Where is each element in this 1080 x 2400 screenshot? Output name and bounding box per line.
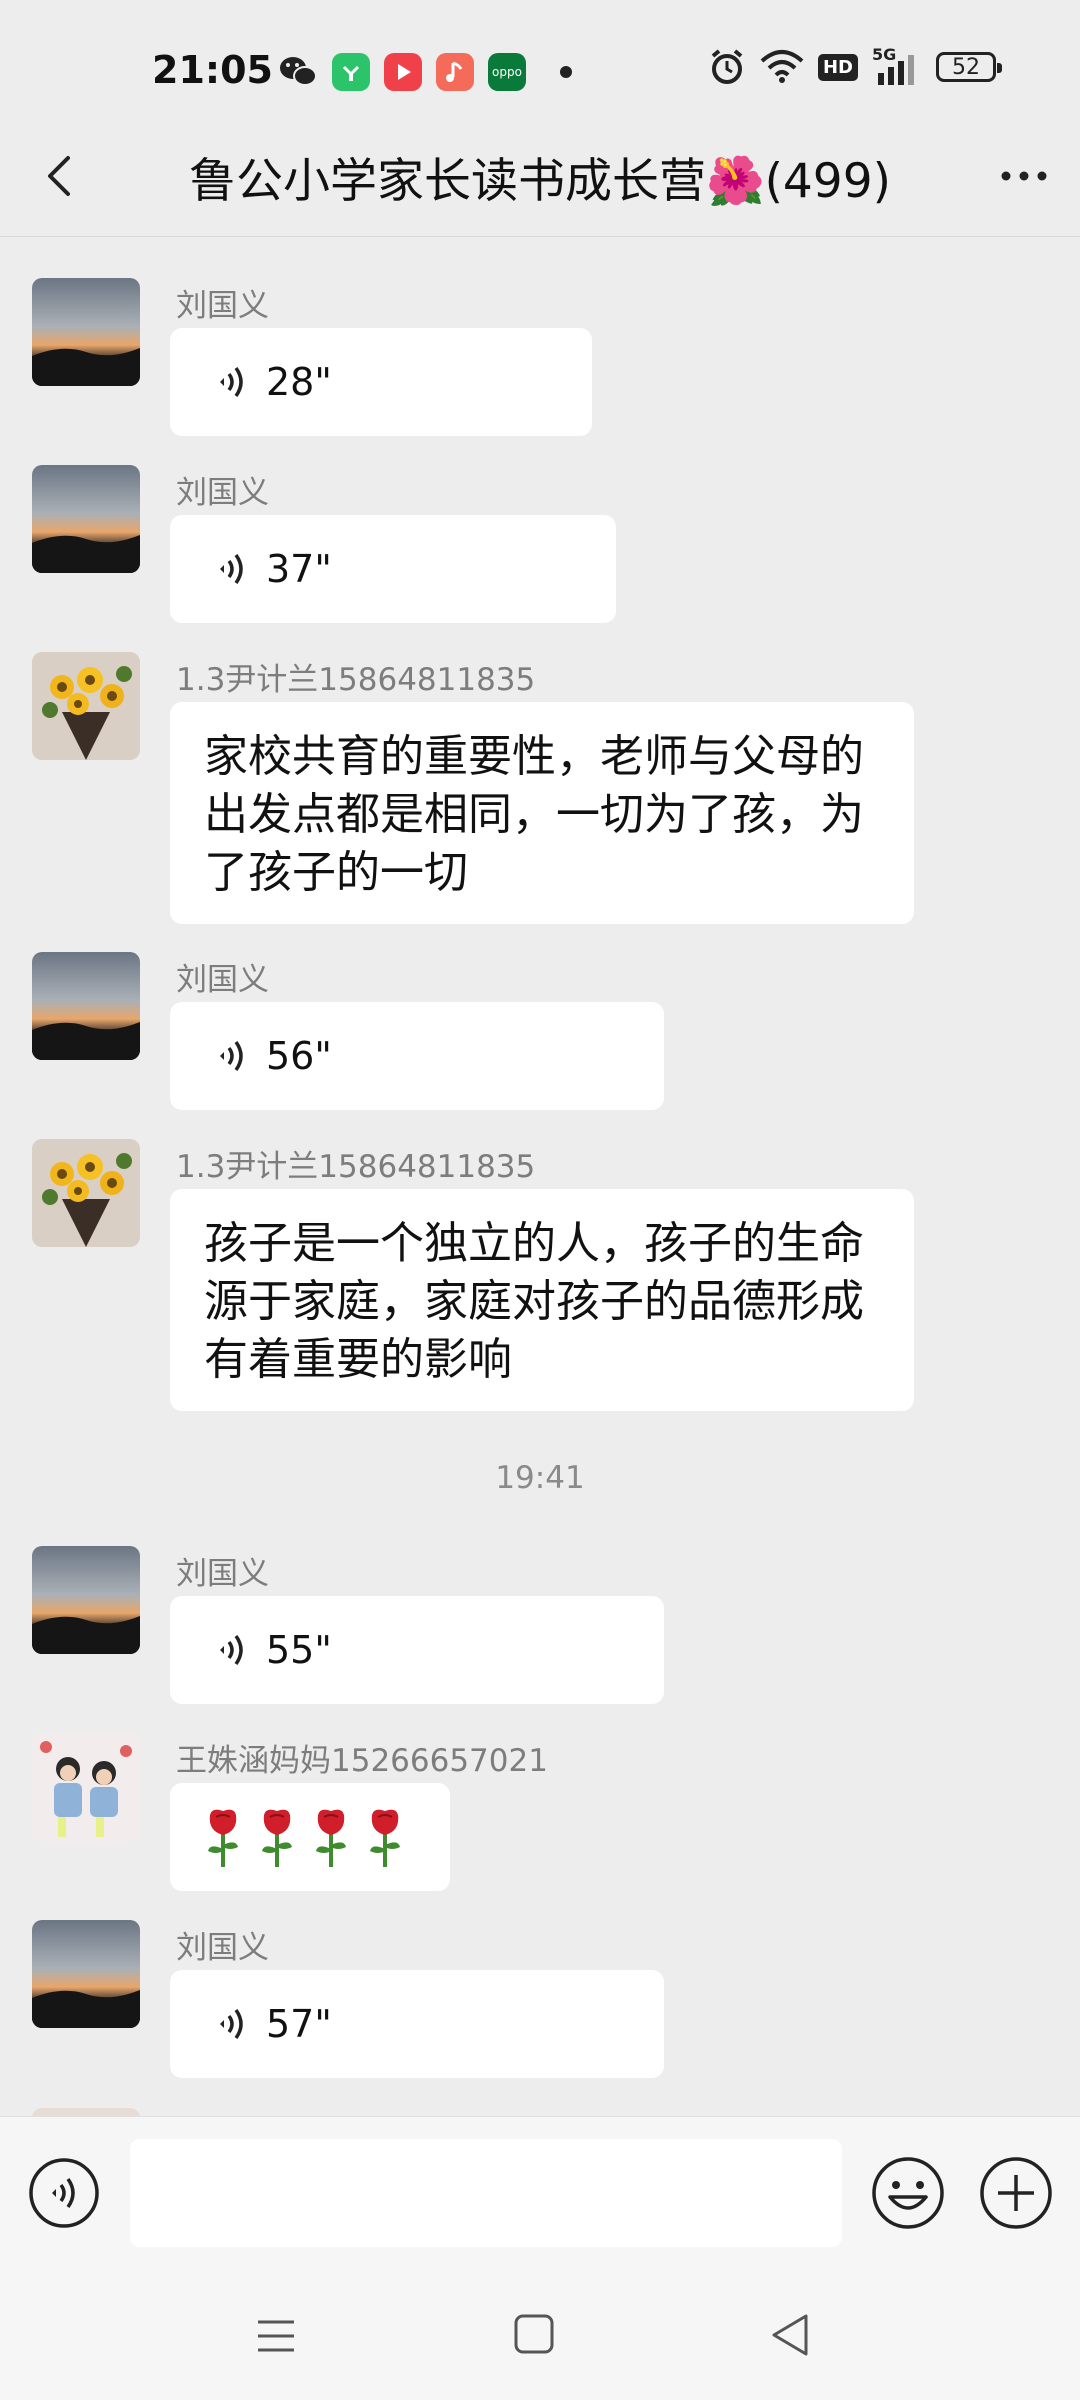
text-message-bubble[interactable]: 孩子是一个独立的人，孩子的生命源于家庭，家庭对孩子的品德形成有着重要的影响 [170, 1189, 914, 1411]
avatar[interactable] [32, 278, 140, 386]
chat-header: 鲁公小学家长读书成长营🌺(499) [0, 118, 1080, 237]
video-app-icon [384, 53, 422, 91]
sender-name: 1.3尹计兰15864811835 [176, 662, 536, 698]
avatar[interactable] [32, 465, 140, 573]
avatar[interactable] [32, 952, 140, 1060]
voice-message-bubble[interactable]: 55" [170, 1596, 664, 1704]
chat-title: 鲁公小学家长读书成长营🌺(499) [189, 154, 891, 209]
voice-message-bubble[interactable]: 37" [170, 515, 616, 623]
sender-name: 刘国义 [176, 288, 269, 324]
wifi-icon [760, 50, 804, 83]
oppo-label: oppo [492, 65, 522, 79]
status-indicators: HD 5G 52 [708, 45, 1002, 86]
voice-duration: 28" [266, 360, 332, 404]
message-timestamp: 19:41 [495, 1460, 585, 1496]
plus-icon[interactable] [978, 2155, 1054, 2231]
sender-name: 1.3尹计兰15864811835 [176, 1149, 536, 1185]
more-notifications-dot [560, 66, 572, 78]
emoji-message-bubble[interactable]: 🌹🌹🌹🌹 [170, 1783, 450, 1891]
app-store-icon [332, 53, 370, 91]
voice-wave-icon [220, 553, 243, 585]
emoji-icon[interactable] [870, 2155, 946, 2231]
voice-duration: 56" [266, 1034, 332, 1078]
voice-duration: 37" [266, 547, 332, 591]
rose-icon [262, 1809, 292, 1867]
hd-badge: HD [817, 53, 858, 81]
rose-icon [316, 1809, 346, 1867]
avatar[interactable] [32, 1733, 140, 1841]
chat-input-bar [0, 2116, 1080, 2281]
sender-name: 刘国义 [176, 1556, 269, 1592]
voice-message-bubble[interactable]: 56" [170, 1002, 664, 1110]
back-triangle-icon[interactable] [766, 2310, 816, 2360]
recent-apps-icon[interactable] [254, 2314, 298, 2358]
wechat-icon [280, 57, 317, 86]
text-message-bubble[interactable]: 家校共育的重要性，老师与父母的出发点都是相同，一切为了孩，为了孩子的一切 [170, 702, 914, 924]
voice-input-icon[interactable] [28, 2157, 100, 2229]
notification-icons: oppo [278, 52, 572, 92]
avatar[interactable] [32, 652, 140, 760]
message-input[interactable] [130, 2139, 842, 2247]
avatar[interactable] [32, 1139, 140, 1247]
signal-strength: 5G [872, 45, 922, 85]
voice-wave-icon [220, 2008, 243, 2040]
status-time: 21:05 [152, 48, 273, 92]
sender-name: 王姝涵妈妈15266657021 [176, 1743, 548, 1779]
oppo-app-icon: oppo [488, 53, 526, 91]
sender-name: 刘国义 [176, 962, 269, 998]
voice-wave-icon [220, 1634, 243, 1666]
avatar[interactable] [32, 1546, 140, 1654]
voice-duration: 57" [266, 2002, 332, 2046]
system-navigation-bar [0, 2280, 1080, 2400]
sender-name: 刘国义 [176, 475, 269, 511]
message-list[interactable]: 刘国义 28" 刘国义 37" 1.3尹计兰15864811835 家校共育的重… [0, 236, 1080, 2116]
home-icon[interactable] [512, 2312, 556, 2356]
voice-wave-icon [220, 366, 243, 398]
back-arrow-icon[interactable] [30, 146, 90, 206]
voice-message-bubble[interactable]: 57" [170, 1970, 664, 2078]
voice-message-bubble[interactable]: 28" [170, 328, 592, 436]
voice-duration: 55" [266, 1628, 332, 1672]
rose-icon [370, 1809, 400, 1867]
battery-level: 52 [952, 54, 980, 80]
voice-wave-icon [220, 1040, 243, 1072]
alarm-icon [711, 49, 743, 84]
avatar[interactable] [32, 2108, 140, 2116]
rose-icon [208, 1809, 238, 1867]
avatar[interactable] [32, 1920, 140, 2028]
sender-name: 刘国义 [176, 1930, 269, 1966]
battery-indicator: 52 [936, 52, 1002, 82]
more-options-icon[interactable] [992, 148, 1056, 204]
music-app-icon [436, 53, 474, 91]
